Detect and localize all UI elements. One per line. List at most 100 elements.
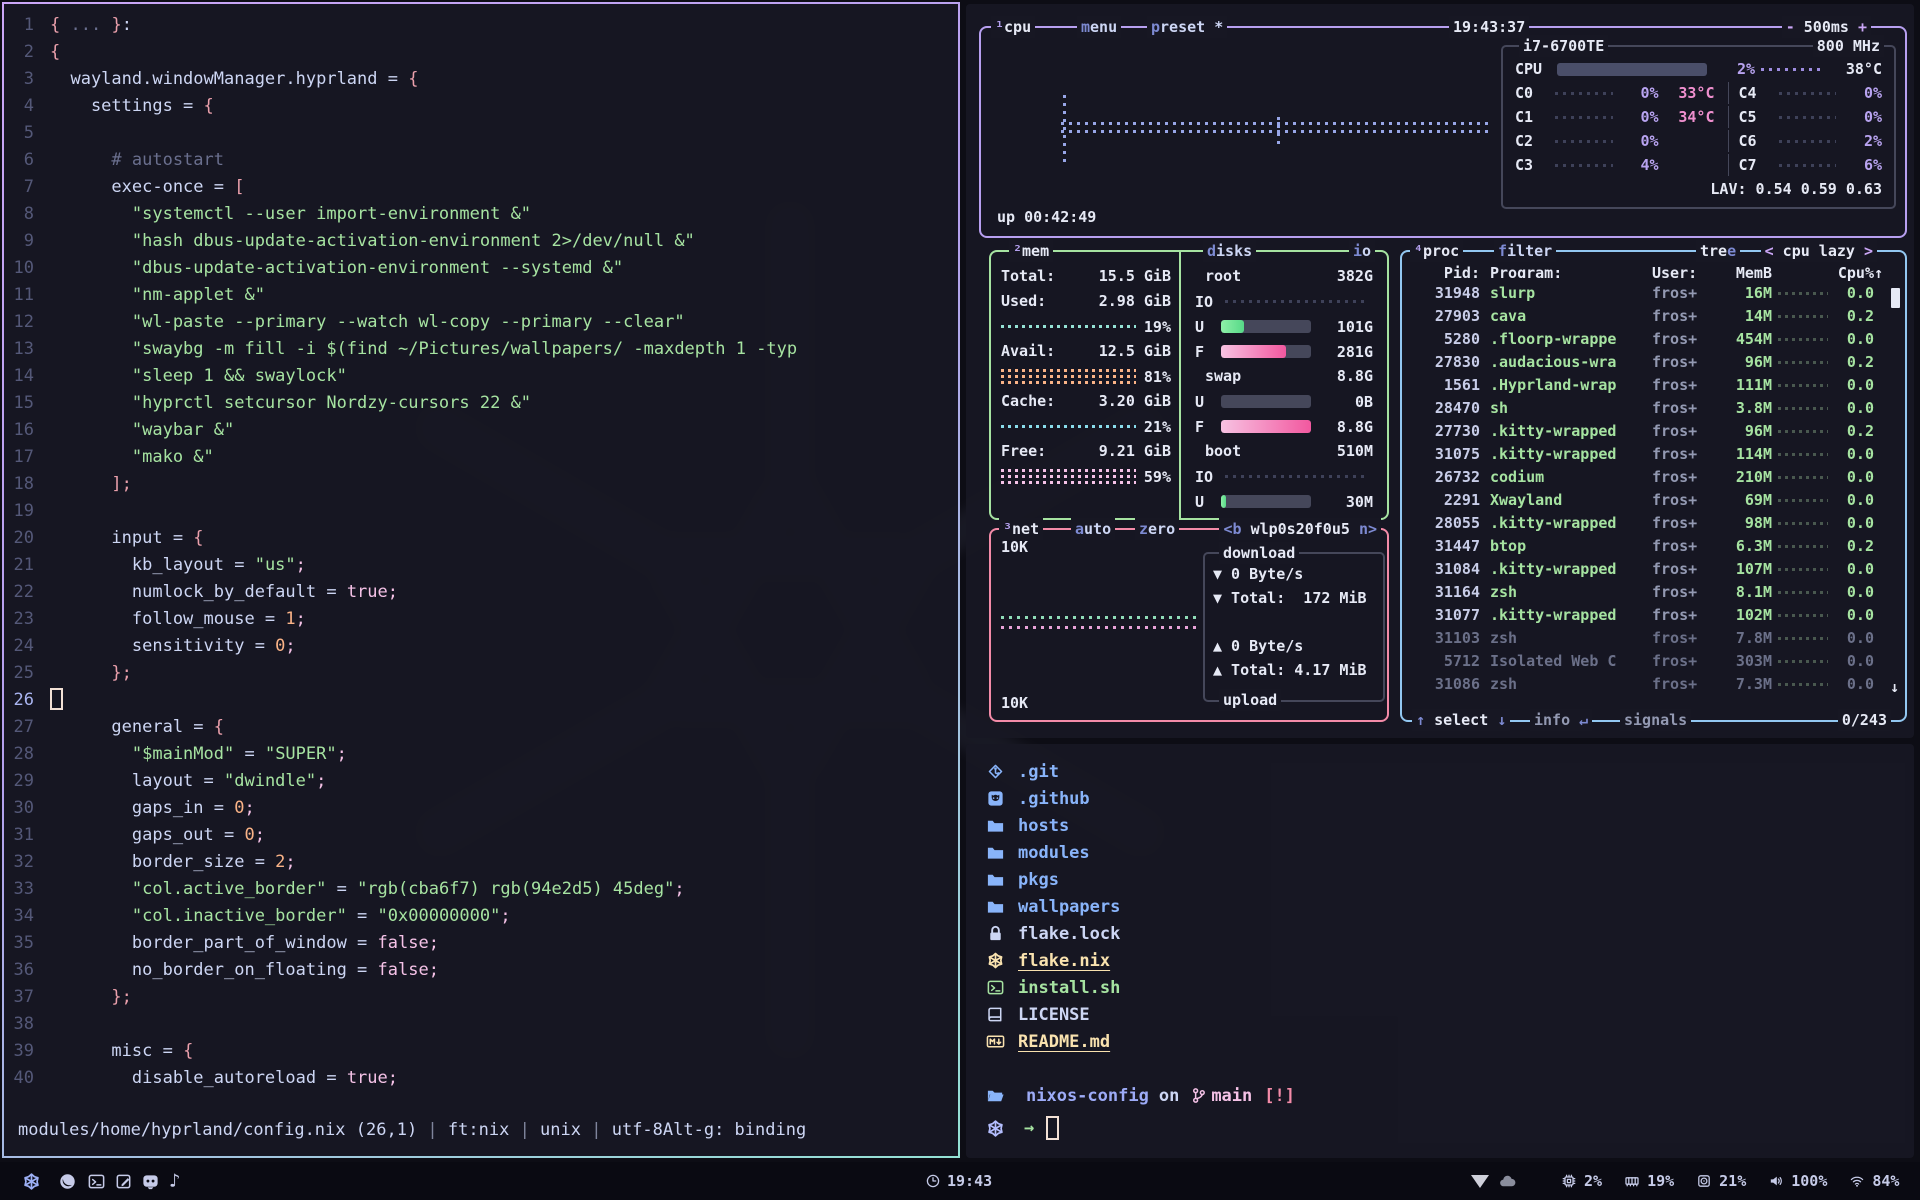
- taskbar-terminal-icon[interactable]: [87, 1162, 106, 1200]
- nix-snowflake-icon: [986, 1119, 1018, 1138]
- line-number: 9: [4, 228, 50, 255]
- stat-hdd[interactable]: 21%: [1696, 1172, 1746, 1190]
- process-row[interactable]: 27903cavafros+14M0.2: [1402, 305, 1905, 328]
- process-row[interactable]: 2291Xwaylandfros+69M0.0: [1402, 489, 1905, 512]
- stat-volume[interactable]: 100%: [1768, 1172, 1827, 1190]
- editor-line: 17"mako &": [4, 444, 958, 471]
- net-totals-box: download ▼ 0 Byte/s ▼ Total: 172 MiB ▲ 0…: [1203, 552, 1385, 702]
- process-row[interactable]: 31103zshfros+7.8M0.0: [1402, 627, 1905, 650]
- line-number: 6: [4, 147, 50, 174]
- line-number: 12: [4, 309, 50, 336]
- net-auto-button[interactable]: auto: [1071, 518, 1115, 540]
- disks-io-toggle[interactable]: io: [1349, 240, 1375, 262]
- disk-bar-row: F281G: [1191, 339, 1377, 364]
- net-zero-button[interactable]: zero: [1135, 518, 1179, 540]
- disks-panel-title[interactable]: disks: [1203, 240, 1256, 262]
- stat-wifi[interactable]: 84%: [1849, 1172, 1899, 1190]
- cpu-package-temp: 38°C: [1826, 60, 1882, 78]
- tray-wifi-icon[interactable]: [1471, 1162, 1489, 1200]
- process-list[interactable]: 31948slurpfros+16M0.027903cavafros+14M0.…: [1402, 282, 1905, 696]
- disk-io-row: IO: [1191, 289, 1377, 314]
- taskbar-music-icon[interactable]: ♪: [169, 1162, 180, 1200]
- process-row[interactable]: 31084.kitty-wrappedfros+107M0.0: [1402, 558, 1905, 581]
- line-number: 22: [4, 579, 50, 606]
- process-row[interactable]: 31164zshfros+8.1M0.0: [1402, 581, 1905, 604]
- btop-window[interactable]: ¹cpu menu preset * 19:43:37 - 500ms + up…: [966, 4, 1914, 738]
- mem-stat-row: Cache:3.20 GiB: [1001, 389, 1171, 414]
- proc-filter-button[interactable]: filter: [1494, 240, 1556, 262]
- mem-box-title: ²mem: [1009, 240, 1053, 262]
- stat-ram[interactable]: 19%: [1624, 1172, 1674, 1190]
- taskbar-note-icon[interactable]: [114, 1162, 133, 1200]
- stat-value: 19%: [1647, 1172, 1674, 1190]
- taskbar-clock[interactable]: 19:43: [925, 1162, 992, 1200]
- git-branch-icon: [1189, 1086, 1211, 1105]
- process-row[interactable]: 31077.kitty-wrappedfros+102M0.0: [1402, 604, 1905, 627]
- proc-sort-selector[interactable]: < cpu lazy >: [1761, 240, 1877, 262]
- sort-direction-arrow[interactable]: ↑: [1874, 260, 1883, 278]
- net-interface-selector[interactable]: <b wlp0s20f0u5 n>: [1219, 518, 1381, 540]
- editor-window[interactable]: 1{ ... }:2{3wayland.windowManager.hyprla…: [2, 2, 960, 1158]
- mem-stat-row: Used:2.98 GiB: [1001, 289, 1171, 314]
- editor-line: 16"waybar &": [4, 417, 958, 444]
- process-row[interactable]: 5712Isolated Web Cfros+303M0.0: [1402, 650, 1905, 673]
- cpu-core-row: C20%C62%: [1515, 129, 1882, 153]
- taskbar-firefox-icon[interactable]: [58, 1162, 77, 1200]
- preset-button[interactable]: preset *: [1147, 16, 1227, 38]
- cpu-graph-line: [1061, 122, 1489, 125]
- process-row[interactable]: 31086zshfros+7.3M0.0: [1402, 673, 1905, 696]
- editor-line: 29layout = "dwindle";: [4, 768, 958, 795]
- proc-scrollbar-thumb[interactable]: [1891, 288, 1900, 308]
- process-row[interactable]: 1561.Hyprland-wrapfros+111M0.0: [1402, 374, 1905, 397]
- proc-scroll-down-icon[interactable]: ↓: [1890, 678, 1899, 696]
- statusline-keybind-hint: Alt-g: binding: [663, 1120, 806, 1140]
- file-name: .github: [1018, 789, 1090, 809]
- command-line[interactable]: →: [986, 1113, 1914, 1143]
- git-icon: [986, 762, 1018, 781]
- hdd-icon: [1696, 1173, 1712, 1189]
- process-row[interactable]: 31075.kitty-wrappedfros+114M0.0: [1402, 443, 1905, 466]
- editor-line: 19: [4, 498, 958, 525]
- editor-line: 28"$mainMod" = "SUPER";: [4, 741, 958, 768]
- file-name: install.sh: [1018, 978, 1120, 998]
- proc-info-hint[interactable]: info ↵: [1530, 709, 1592, 731]
- folder-icon: [986, 897, 1018, 916]
- process-row[interactable]: 31948slurpfros+16M0.0: [1402, 282, 1905, 305]
- taskbar-nix-launcher-icon[interactable]: [22, 1162, 41, 1200]
- proc-tree-button[interactable]: tree: [1696, 240, 1740, 262]
- disk-io-row: IO: [1191, 464, 1377, 489]
- editor-line: 6# autostart: [4, 147, 958, 174]
- line-number: 20: [4, 525, 50, 552]
- tray-cloud-icon[interactable]: [1498, 1162, 1517, 1200]
- download-speed: ▼ 0 Byte/s: [1213, 562, 1373, 586]
- stat-chip[interactable]: 2%: [1561, 1172, 1602, 1190]
- btop-mem-box: ²mem Total:15.5 GiBUsed:2.98 GiB19%Avail…: [989, 250, 1389, 520]
- line-number: 4: [4, 93, 50, 120]
- file-name: flake.nix: [1018, 951, 1110, 971]
- line-number: 29: [4, 768, 50, 795]
- chip-icon: [1561, 1173, 1577, 1189]
- line-number: 37: [4, 984, 50, 1011]
- process-row[interactable]: 28055.kitty-wrappedfros+98M0.0: [1402, 512, 1905, 535]
- taskbar-discord-icon[interactable]: [141, 1162, 160, 1200]
- editor-line: 13"swaybg -m fill -i $(find ~/Pictures/w…: [4, 336, 958, 363]
- file-name: .git: [1018, 762, 1059, 782]
- editor-line: 7exec-once = [: [4, 174, 958, 201]
- proc-signals-hint[interactable]: signals: [1620, 709, 1691, 731]
- process-row[interactable]: 26732codiumfros+210M0.0: [1402, 466, 1905, 489]
- process-row[interactable]: 31447btopfros+6.3M0.2: [1402, 535, 1905, 558]
- editor-line: 36no_border_on_floating = false;: [4, 957, 958, 984]
- process-row[interactable]: 27830.audacious-wrafros+96M0.2: [1402, 351, 1905, 374]
- prompt-arrow: →: [1024, 1118, 1034, 1138]
- process-row[interactable]: 28470shfros+3.8M0.0: [1402, 397, 1905, 420]
- editor-code-area[interactable]: 1{ ... }:2{3wayland.windowManager.hyprla…: [4, 4, 958, 1092]
- proc-select-hint[interactable]: ↑ select ↓: [1412, 709, 1510, 731]
- process-row[interactable]: 5280.floorp-wrappefros+454M0.0: [1402, 328, 1905, 351]
- process-row[interactable]: 27730.kitty-wrappedfros+96M0.2: [1402, 420, 1905, 443]
- file-list-item: README.md: [986, 1028, 1914, 1055]
- mem-meter-row: 19%: [1001, 314, 1171, 339]
- terminal-window[interactable]: .git.githubhostsmodulespkgswallpapersfla…: [966, 744, 1914, 1158]
- menu-button[interactable]: menu: [1077, 16, 1121, 38]
- editor-line: 22numlock_by_default = true;: [4, 579, 958, 606]
- prompt-dirty-flag: [!]: [1264, 1086, 1295, 1106]
